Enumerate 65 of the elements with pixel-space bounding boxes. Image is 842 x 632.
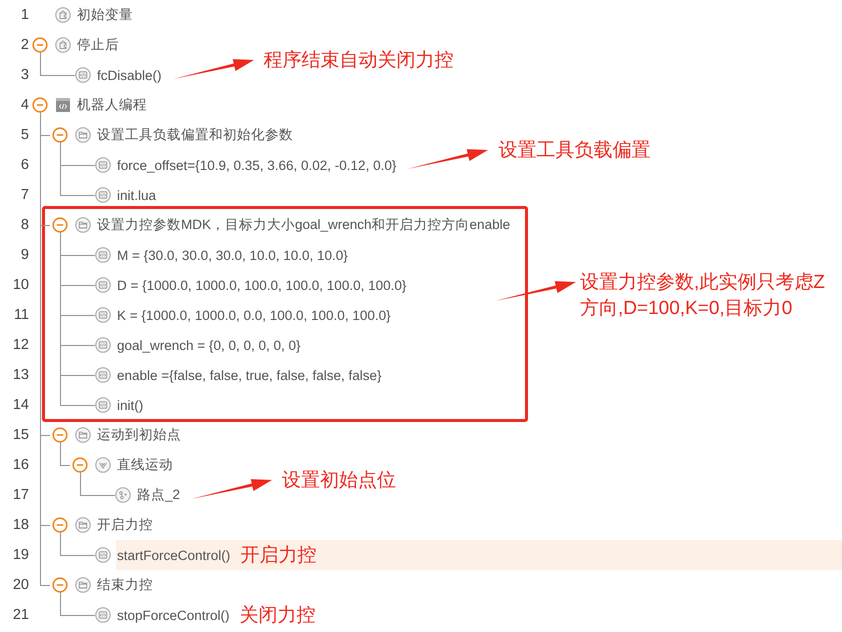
- tree-item-label[interactable]: 设置工具负载偏置和初始化参数: [97, 126, 293, 144]
- annotation-text: 设置力控参数,此实例只考虑Z方向,D=100,K=0,目标力0: [580, 271, 826, 321]
- collapse-toggle[interactable]: [52, 577, 68, 593]
- tree-item-label[interactable]: stopForceControl(): [117, 608, 230, 622]
- tree-item-label[interactable]: K = {1000.0, 1000.0, 0.0, 100.0, 100.0, 100.0}: [117, 308, 391, 322]
- line-number: 19: [12, 547, 30, 563]
- annotation-text: 程序结束自动关闭力控: [264, 49, 454, 73]
- tree-item-label[interactable]: D = {1000.0, 1000.0, 100.0, 100.0, 100.0, 100.0}: [117, 278, 406, 292]
- line-number: 10: [12, 277, 30, 293]
- folder-icon: [75, 127, 91, 143]
- line-number: 13: [12, 367, 30, 383]
- line-number: 15: [12, 427, 30, 443]
- line-number: 1: [20, 7, 30, 23]
- annotation-text: 开启力控: [240, 544, 316, 568]
- line-number: 3: [20, 67, 30, 83]
- line-number: 12: [12, 337, 30, 353]
- puzzle-icon: [55, 7, 71, 23]
- line-number: 21: [12, 607, 30, 623]
- tree-item-label[interactable]: init(): [117, 398, 144, 412]
- collapse-toggle[interactable]: [52, 127, 68, 143]
- tree-item-label[interactable]: 初始变量: [77, 6, 133, 24]
- line-number: 14: [12, 397, 30, 413]
- tree-item-label[interactable]: 机器人编程: [77, 96, 147, 114]
- puzzle-icon: [55, 37, 71, 53]
- tree-item-label[interactable]: goal_wrench = {0, 0, 0, 0, 0, 0}: [117, 338, 301, 352]
- line-number: 7: [20, 187, 30, 203]
- collapse-toggle[interactable]: [32, 97, 48, 113]
- tree-item-label[interactable]: init.lua: [117, 188, 156, 202]
- collapse-toggle[interactable]: [32, 37, 48, 53]
- line-number: 18: [12, 517, 30, 533]
- collapse-toggle[interactable]: [72, 457, 88, 473]
- line-number: 5: [20, 127, 30, 143]
- line-number: 11: [12, 307, 30, 323]
- line-number: 16: [12, 457, 30, 473]
- line-number: 17: [12, 487, 30, 503]
- annotation-text: 设置工具负载偏置: [498, 139, 650, 163]
- annotation-text: 关闭力控: [240, 604, 316, 628]
- tree-item-label[interactable]: 设置力控参数MDK，目标力大小goal_wrench和开启力控方向enable: [97, 216, 510, 234]
- line-number: 2: [20, 37, 30, 53]
- tree-item-label[interactable]: 直线运动: [117, 456, 173, 474]
- line-number: 20: [12, 577, 30, 593]
- tree-item-label[interactable]: M = {30.0, 30.0, 30.0, 10.0, 10.0, 10.0}: [117, 248, 348, 262]
- tree-item-label[interactable]: force_offset={10.9, 0.35, 3.66, 0.02, -0.12, 0.0}: [117, 158, 396, 172]
- folder-icon: [75, 217, 91, 233]
- tree-item-label[interactable]: 开启力控: [97, 516, 153, 534]
- line-number: 4: [20, 97, 30, 113]
- tree-item-label[interactable]: 路点_2: [137, 486, 180, 504]
- collapse-toggle[interactable]: [52, 217, 68, 233]
- tree-item-label[interactable]: 结束力控: [97, 576, 153, 594]
- program-icon: [55, 97, 71, 113]
- tree-item-label[interactable]: fcDisable(): [97, 68, 162, 82]
- line-number: 9: [20, 247, 30, 263]
- folder-icon: [75, 577, 91, 593]
- chevron-icon: [95, 457, 111, 473]
- tree-item-label[interactable]: 运动到初始点: [97, 426, 181, 444]
- line-number: 6: [20, 157, 30, 173]
- collapse-toggle[interactable]: [52, 427, 68, 443]
- tree-item-label[interactable]: startForceControl(): [117, 548, 230, 562]
- tree-item-label[interactable]: enable ={false, false, true, false, false, false}: [117, 368, 382, 382]
- tree-item-label[interactable]: 停止后: [77, 36, 119, 54]
- folder-icon: [75, 517, 91, 533]
- folder-icon: [75, 427, 91, 443]
- collapse-toggle[interactable]: [52, 517, 68, 533]
- line-number: 8: [20, 217, 30, 233]
- annotation-text: 设置初始点位: [282, 469, 396, 493]
